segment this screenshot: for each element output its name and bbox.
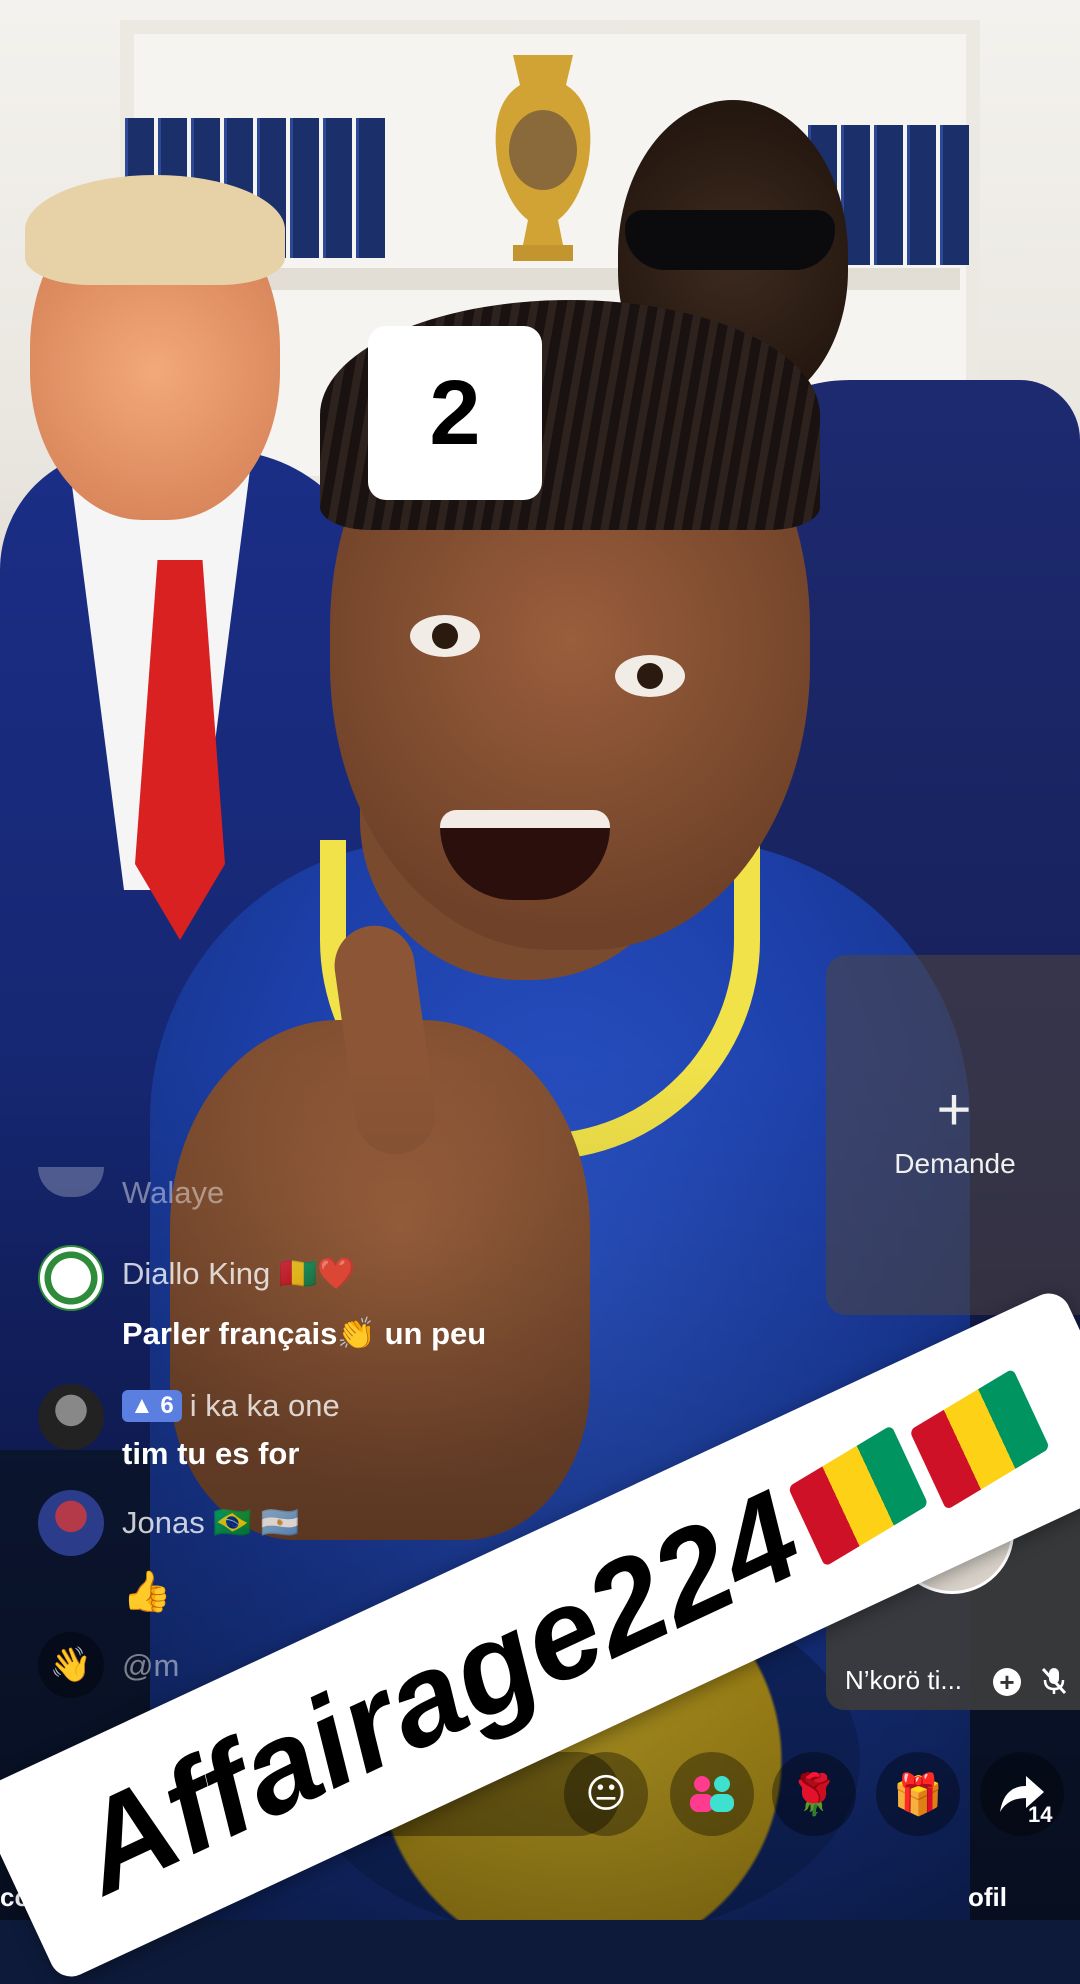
level-badge: ▲ 6 xyxy=(122,1390,182,1422)
comment-text: Parler français👏 un peu xyxy=(122,1316,487,1351)
avatar[interactable] xyxy=(38,1245,104,1311)
counter-box: 2 xyxy=(368,326,542,500)
mic-off-icon[interactable] xyxy=(1040,1666,1068,1703)
comment-user[interactable]: Diallo King 🇬🇳❤️ xyxy=(122,1255,356,1292)
add-guest-icon[interactable]: + xyxy=(993,1668,1021,1696)
nav-profile[interactable]: ofil xyxy=(968,1882,1007,1913)
plus-icon[interactable]: + xyxy=(924,1080,984,1140)
wave-icon[interactable]: 👋 xyxy=(38,1632,104,1698)
flag-icon xyxy=(787,1424,929,1567)
comment-text: tim tu es for xyxy=(122,1436,300,1471)
multi-guest-icon[interactable] xyxy=(670,1752,754,1836)
emoji-icon[interactable]: 😐 xyxy=(564,1752,648,1836)
comment-user: Walaye xyxy=(122,1175,225,1210)
avatar[interactable] xyxy=(38,1384,104,1450)
comment-user[interactable]: Jonas 🇧🇷 🇦🇷 xyxy=(122,1504,299,1541)
gift-icon[interactable]: 🎁 xyxy=(876,1752,960,1836)
flag-icon xyxy=(909,1368,1050,1511)
badge-count: 6 xyxy=(160,1392,174,1419)
comment-user-line[interactable]: ▲ 6i ka ka one xyxy=(122,1388,340,1424)
guest-name[interactable]: N’korö ti... xyxy=(845,1665,962,1696)
comment-text: 👍 xyxy=(122,1570,172,1614)
comment-user: @m xyxy=(122,1648,180,1683)
comment-user[interactable]: i ka ka one xyxy=(190,1388,340,1423)
share-count: 14 xyxy=(1028,1802,1053,1827)
rose-gift-icon[interactable]: 🌹 xyxy=(772,1752,856,1836)
request-label[interactable]: Demande xyxy=(870,1148,1040,1180)
avatar[interactable] xyxy=(38,1490,104,1556)
